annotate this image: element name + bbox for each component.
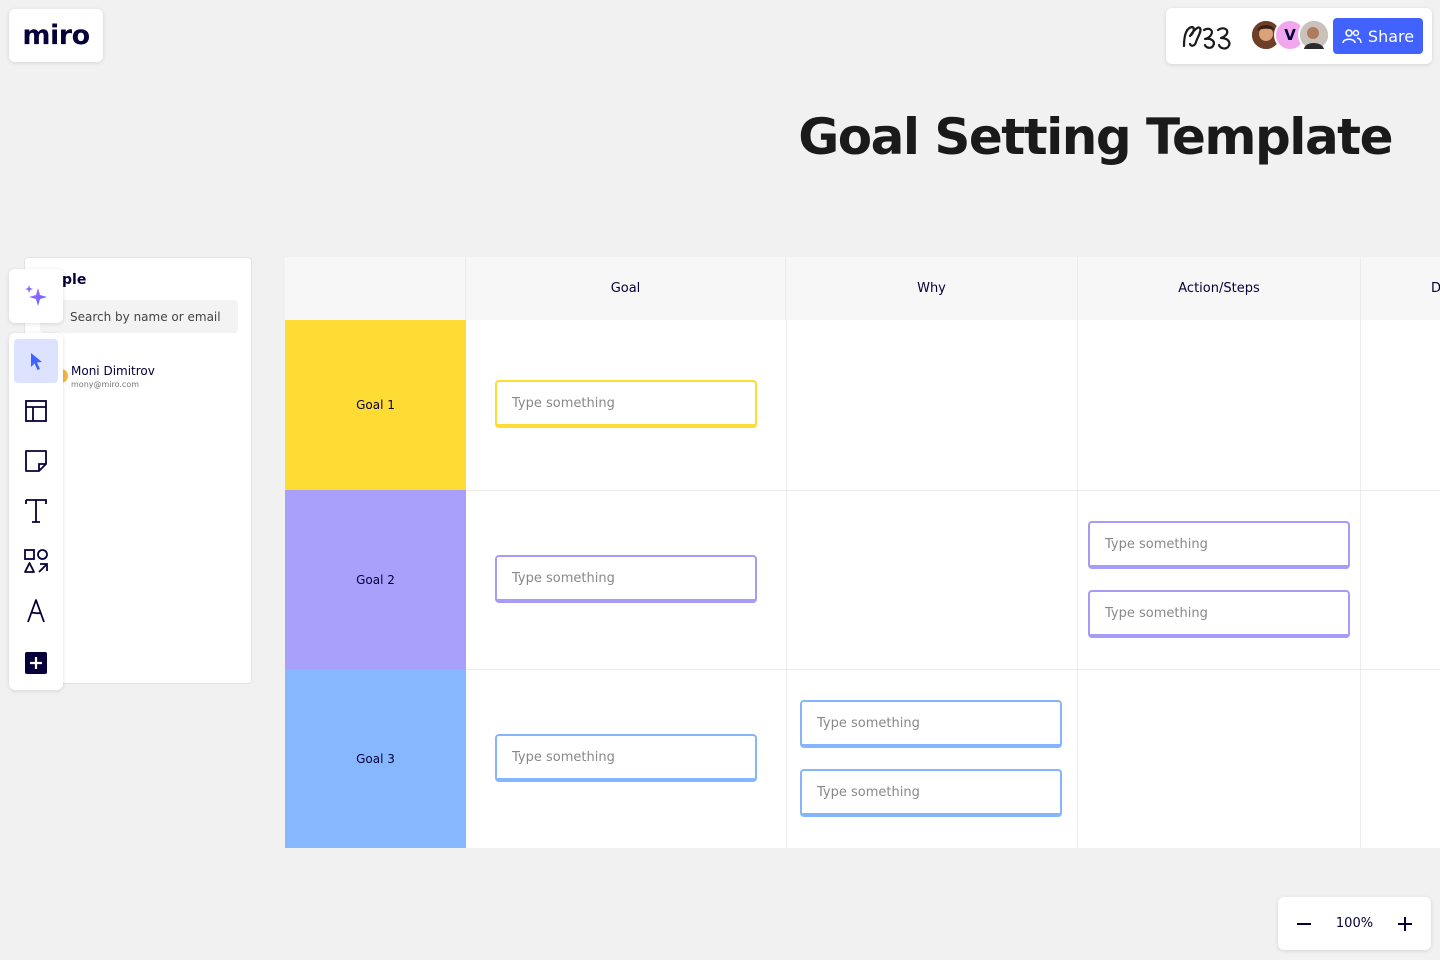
sticky-note-tool[interactable] bbox=[14, 439, 58, 483]
share-button[interactable]: Share bbox=[1333, 18, 1423, 54]
avatar-initial: V bbox=[1284, 26, 1296, 44]
logo-text: miro bbox=[22, 20, 90, 51]
ai-assist-button[interactable] bbox=[9, 269, 63, 323]
text-tool[interactable] bbox=[14, 489, 58, 533]
zoom-control: 100% bbox=[1278, 897, 1431, 950]
sticky-note-icon bbox=[25, 450, 47, 472]
select-tool[interactable] bbox=[14, 339, 58, 383]
row-label-goal-1: Goal 1 bbox=[285, 320, 466, 490]
zoom-in-button[interactable] bbox=[1389, 908, 1421, 940]
users-icon bbox=[1342, 29, 1362, 44]
row-label-goal-2: Goal 2 bbox=[285, 490, 466, 669]
column-header-d: D bbox=[1361, 257, 1440, 320]
avatar-photo-icon bbox=[1300, 21, 1328, 49]
goal-2-goal-field[interactable] bbox=[495, 555, 757, 603]
zoom-out-button[interactable] bbox=[1288, 908, 1320, 940]
text-input[interactable] bbox=[802, 771, 1060, 813]
text-input[interactable] bbox=[497, 736, 755, 778]
goal-3-goal-field[interactable] bbox=[495, 734, 757, 782]
templates-icon bbox=[25, 400, 47, 422]
text-input[interactable] bbox=[497, 382, 755, 424]
goal-2-action-field-1[interactable] bbox=[1088, 521, 1350, 569]
grid-line bbox=[1077, 320, 1078, 848]
plus-square-icon bbox=[25, 652, 47, 674]
people-search[interactable] bbox=[40, 300, 238, 333]
column-header-goal: Goal bbox=[466, 257, 786, 320]
goal-table: Goal Why Action/Steps D Goal 1 Goal 2 Go… bbox=[285, 257, 1440, 848]
people-search-input[interactable] bbox=[70, 300, 235, 333]
text-input[interactable] bbox=[497, 557, 755, 599]
share-label: Share bbox=[1367, 26, 1415, 46]
row-label-goal-3: Goal 3 bbox=[285, 669, 466, 848]
text-input[interactable] bbox=[1090, 592, 1348, 634]
user-email: mony@miro.com bbox=[71, 380, 140, 389]
more-tools-button[interactable] bbox=[14, 641, 58, 685]
sparkle-icon bbox=[25, 285, 47, 306]
people-panel-title: ple bbox=[62, 272, 87, 288]
text-input[interactable] bbox=[802, 702, 1060, 744]
goal-3-why-field-2[interactable] bbox=[800, 769, 1062, 817]
grid-line bbox=[466, 490, 1440, 491]
minus-icon bbox=[1297, 922, 1311, 925]
zoom-level[interactable]: 100% bbox=[1336, 916, 1373, 931]
header-corner bbox=[285, 257, 466, 320]
miro-logo[interactable]: miro bbox=[9, 9, 103, 62]
templates-tool[interactable] bbox=[14, 389, 58, 433]
column-header-action-steps: Action/Steps bbox=[1078, 257, 1361, 320]
grid-line bbox=[786, 320, 787, 848]
board-signature-icon bbox=[1182, 25, 1231, 50]
shapes-icon bbox=[24, 549, 48, 573]
grid-line bbox=[466, 669, 1440, 670]
pen-icon bbox=[27, 599, 45, 623]
text-icon bbox=[25, 499, 47, 523]
goal-2-action-field-2[interactable] bbox=[1088, 590, 1350, 638]
shapes-tool[interactable] bbox=[14, 539, 58, 583]
column-header-why: Why bbox=[786, 257, 1078, 320]
grid-line bbox=[1360, 320, 1361, 848]
toolbar bbox=[9, 333, 63, 690]
text-input[interactable] bbox=[1090, 523, 1348, 565]
avatar[interactable] bbox=[1298, 19, 1330, 51]
pen-tool[interactable] bbox=[14, 589, 58, 633]
plus-icon bbox=[1397, 916, 1412, 931]
goal-3-why-field-1[interactable] bbox=[800, 700, 1062, 748]
goal-1-goal-field[interactable] bbox=[495, 380, 757, 428]
cursor-icon bbox=[31, 353, 42, 370]
board-title: Goal Setting Template bbox=[798, 108, 1393, 166]
user-name: Moni Dimitrov bbox=[71, 364, 155, 378]
